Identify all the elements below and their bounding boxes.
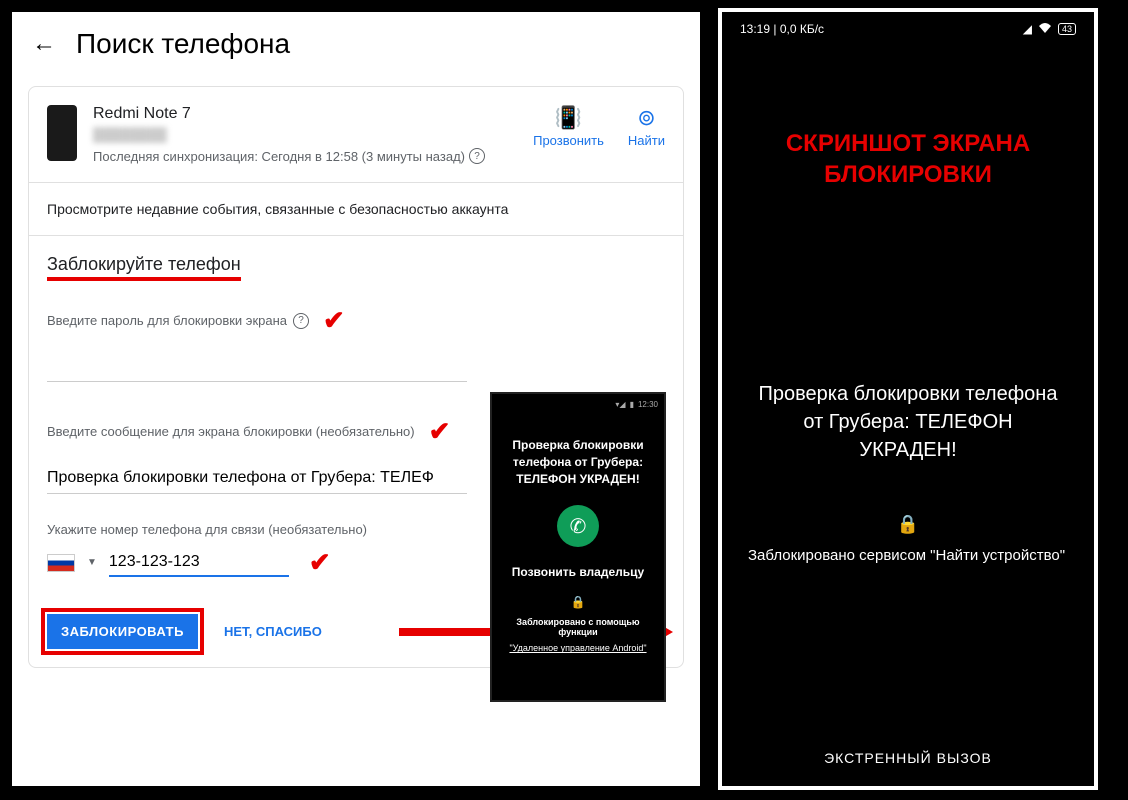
checkmark-icon: ✔ <box>323 305 345 336</box>
locked-with-label: Заблокировано с помощью функции <box>498 617 658 637</box>
lock-title: Заблокируйте телефон <box>47 254 241 281</box>
battery-icon: 43 <box>1058 23 1076 35</box>
message-input[interactable] <box>47 463 467 494</box>
no-thanks-button[interactable]: НЕТ, СПАСИБО <box>214 614 332 649</box>
lockscreen-preview: ▾◢ ▮ 12:30 Проверка блокировки телефона … <box>490 392 666 702</box>
help-icon[interactable]: ? <box>293 313 309 329</box>
wifi-icon <box>1038 22 1052 36</box>
screenshot-title: СКРИНШОТ ЭКРАНА БЛОКИРОВКИ <box>736 128 1080 190</box>
locked-by-label: Заблокировано сервисом "Найти устройство… <box>736 547 1080 564</box>
security-events[interactable]: Просмотрите недавние события, связанные … <box>29 182 683 235</box>
sync-info: Последняя синхронизация: Сегодня в 12:58… <box>93 148 517 164</box>
find-action[interactable]: ⊚ Найти <box>628 105 665 148</box>
remote-mgmt-label: "Удаленное управление Android" <box>498 643 658 653</box>
find-phone-panel: ← Поиск телефона Redmi Note 7 ████████ П… <box>8 8 704 790</box>
lockscreen-screenshot: 13:19 | 0,0 КБ/с ◢ 43 СКРИНШОТ ЭКРАНА БЛ… <box>718 8 1098 790</box>
status-time: 13:19 <box>740 22 770 36</box>
password-label: Введите пароль для блокировки экрана ? ✔ <box>47 305 665 336</box>
status-speed: 0,0 КБ/с <box>780 22 824 36</box>
chevron-down-icon[interactable]: ▼ <box>87 557 97 568</box>
preview-message: Проверка блокировки телефона от Грубера:… <box>498 437 658 487</box>
phone-input[interactable] <box>109 549 289 577</box>
back-arrow-icon[interactable]: ← <box>32 30 56 58</box>
lock-icon: 🔒 <box>498 595 658 609</box>
flag-russia-icon[interactable] <box>47 554 75 572</box>
lock-button[interactable]: ЗАБЛОКИРОВАТЬ <box>47 614 198 649</box>
lock-icon: 🔒 <box>736 514 1080 535</box>
device-name: Redmi Note 7 <box>93 105 517 123</box>
locate-icon: ⊚ <box>628 105 665 131</box>
ring-action[interactable]: 📳 Прозвонить <box>533 105 604 148</box>
lockscreen-message: Проверка блокировки телефона от Грубера:… <box>736 380 1080 464</box>
page-title: Поиск телефона <box>76 28 290 60</box>
device-account-blurred: ████████ <box>93 127 517 142</box>
ring-icon: 📳 <box>533 105 604 131</box>
status-bar: 13:19 | 0,0 КБ/с ◢ 43 <box>736 20 1080 38</box>
header: ← Поиск телефона <box>12 12 700 76</box>
password-input[interactable] <box>47 352 467 382</box>
help-icon[interactable]: ? <box>469 148 485 164</box>
checkmark-icon: ✔ <box>309 547 331 578</box>
phone-icon: ✆ <box>570 514 587 539</box>
call-button[interactable]: ✆ <box>557 505 599 547</box>
device-image <box>47 105 77 161</box>
emergency-call[interactable]: ЭКСТРЕННЫЙ ВЫЗОВ <box>722 750 1094 766</box>
battery-icon: ▮ <box>630 400 634 409</box>
checkmark-icon: ✔ <box>429 416 451 447</box>
signal-icon: ▾◢ <box>615 400 625 409</box>
call-owner-label: Позвонить владельцу <box>498 565 658 579</box>
signal-icon: ◢ <box>1023 22 1032 36</box>
